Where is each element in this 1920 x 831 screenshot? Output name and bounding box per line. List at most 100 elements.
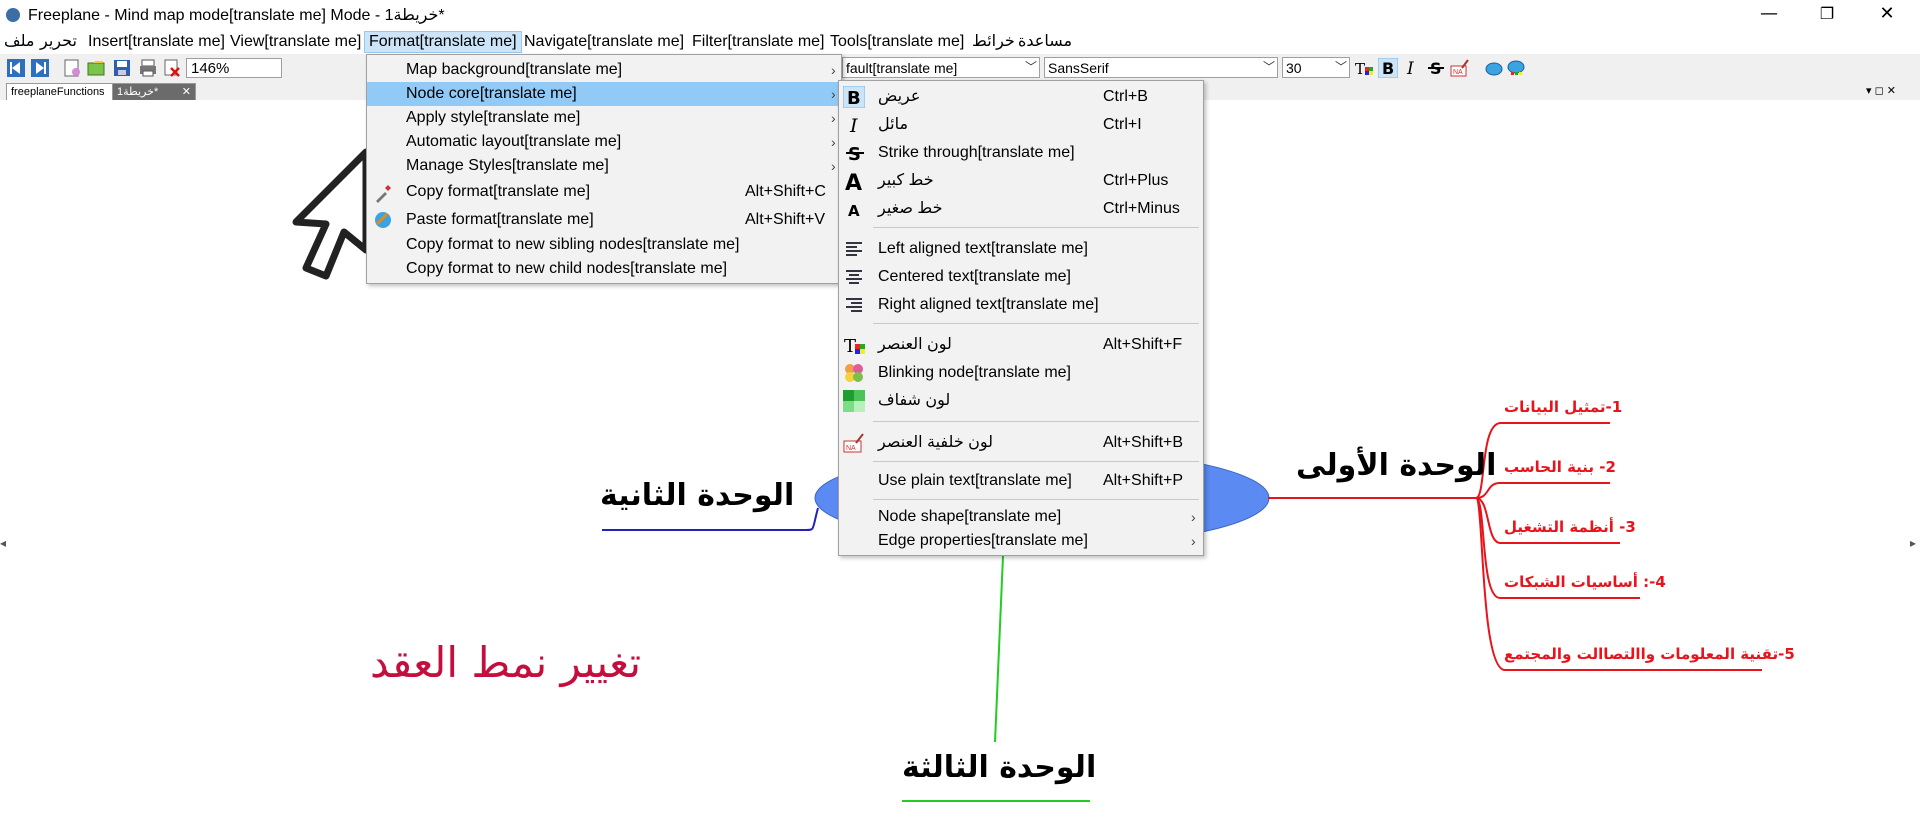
format-menu-automatic-layout[interactable]: Automatic layout[translate me] › — [367, 130, 841, 154]
menu-item-label: Use plain text[translate me] — [878, 472, 1072, 489]
tab-window-controls[interactable]: ▾ ◻ ✕ — [1866, 83, 1916, 99]
menu-item-label: Right aligned text[translate me] — [878, 296, 1099, 313]
menu-item-shortcut: Alt+Shift+C — [745, 183, 826, 200]
format-menu-copy-format[interactable]: Copy format[translate me] Alt+Shift+C — [367, 180, 841, 204]
close-map-icon[interactable] — [162, 58, 182, 78]
node-color-icon[interactable]: T — [1354, 58, 1374, 78]
submenu-arrow-icon: › — [1191, 533, 1196, 549]
zoom-field[interactable]: 146% — [186, 58, 282, 78]
font-combobox[interactable]: SansSerif ﹀ — [1044, 57, 1278, 78]
style-combobox[interactable]: fault[translate me] ﹀ — [842, 57, 1040, 78]
format-menu-node-core[interactable]: Node core[translate me] › — [367, 82, 841, 106]
next-map-icon[interactable] — [30, 58, 50, 78]
format-menu-paste-format[interactable]: Paste format[translate me] Alt+Shift+V — [367, 208, 841, 232]
node-background-color-icon: NA — [843, 433, 864, 453]
svg-text:I: I — [849, 115, 858, 135]
title-bar: Freeplane - Mind map mode[translate me] … — [0, 0, 1920, 30]
node-core-edge-properties[interactable]: Edge properties[translate me] › — [839, 529, 1203, 553]
format-menu-manage-styles[interactable]: Manage Styles[translate me] › — [367, 154, 841, 178]
collapse-left-handle[interactable]: ◂ — [0, 536, 6, 550]
menu-edit[interactable]: تحرير — [36, 32, 81, 52]
tab-label: freeplaneFunctions — [11, 86, 105, 98]
cloud-icon[interactable] — [1484, 58, 1504, 78]
menu-item-label: لون العنصر — [878, 336, 952, 353]
child-node-2[interactable]: 2- بنية الحاسب — [1504, 458, 1616, 476]
submenu-arrow-icon: › — [831, 86, 836, 102]
node-core-blinking-node[interactable]: Blinking node[translate me] — [839, 359, 1203, 387]
menu-item-label: Copy format[translate me] — [406, 183, 591, 200]
previous-map-icon[interactable] — [6, 58, 26, 78]
close-tab-icon[interactable]: ✕ — [182, 84, 191, 100]
menu-tools[interactable]: Tools[translate me] — [826, 32, 968, 52]
node-core-align-center[interactable]: Centered text[translate me] — [839, 263, 1203, 291]
window-title: Freeplane - Mind map mode[translate me] … — [28, 7, 445, 24]
node-core-italic[interactable]: I مائل Ctrl+I — [839, 111, 1203, 139]
svg-text:B: B — [1382, 59, 1394, 78]
svg-text:NA: NA — [1453, 69, 1463, 76]
save-icon[interactable] — [112, 58, 132, 78]
node-core-transparent-color[interactable]: لون شفاف — [839, 387, 1203, 415]
menu-insert[interactable]: Insert[translate me] — [84, 32, 229, 52]
node-core-plain-text[interactable]: Use plain text[translate me] Alt+Shift+P — [839, 467, 1203, 495]
menu-item-label: Blinking node[translate me] — [878, 364, 1071, 381]
caption-text: تغيير نمط العقد — [370, 638, 642, 687]
menu-help[interactable]: مساعدة — [1014, 32, 1076, 52]
node-background-color-icon[interactable]: NA — [1450, 58, 1470, 78]
menu-maps[interactable]: خرائط — [968, 32, 1019, 52]
node-core-bold[interactable]: B عريض Ctrl+B — [839, 83, 1203, 111]
node-unit3[interactable]: الوحدة الثالثة — [902, 750, 1096, 785]
menu-item-label: Node core[translate me] — [406, 85, 577, 102]
submenu-arrow-icon: › — [831, 62, 836, 78]
blinking-node-icon — [845, 364, 863, 382]
tab-map1[interactable]: خريطة1* ✕ — [112, 83, 196, 101]
font-size-combobox[interactable]: 30 ﹀ — [1282, 57, 1350, 78]
menu-file[interactable]: ملف — [0, 32, 38, 52]
menu-format[interactable]: Format[translate me] — [364, 31, 522, 53]
strikethrough-icon[interactable]: S — [1426, 58, 1446, 78]
menu-separator — [873, 499, 1199, 500]
node-core-larger-font[interactable]: A خط كبير Ctrl+Plus — [839, 167, 1203, 195]
node-core-background-color[interactable]: NA لون خلفية العنصر Alt+Shift+B — [839, 429, 1203, 457]
close-button[interactable]: ✕ — [1864, 0, 1910, 30]
node-unit2[interactable]: الوحدة الثانية — [600, 478, 794, 513]
italic-icon[interactable]: I — [1402, 58, 1422, 78]
maximize-button[interactable]: ❐ — [1804, 0, 1850, 30]
cloud-color-icon[interactable] — [1506, 58, 1526, 78]
menu-view[interactable]: View[translate me] — [226, 32, 365, 52]
font-size-combobox-value: 30 — [1286, 60, 1302, 76]
svg-text:A: A — [848, 202, 860, 219]
child-node-3[interactable]: 3- أنظمة التشغيل — [1504, 518, 1636, 536]
node-unit1[interactable]: الوحدة الأولى — [1296, 448, 1496, 483]
new-map-icon[interactable] — [62, 58, 82, 78]
menu-item-label: Copy format to new sibling nodes[transla… — [406, 236, 740, 253]
menu-filter[interactable]: Filter[translate me] — [688, 32, 828, 52]
minimize-button[interactable]: — — [1746, 0, 1792, 30]
node-core-align-left[interactable]: Left aligned text[translate me] — [839, 235, 1203, 263]
format-menu-map-background[interactable]: Map background[translate me] › — [367, 58, 841, 82]
edge-unit2 — [805, 507, 819, 531]
open-map-icon[interactable] — [86, 58, 106, 78]
collapse-right-handle[interactable]: ▸ — [1910, 536, 1916, 550]
node-core-node-color[interactable]: T لون العنصر Alt+Shift+F — [839, 331, 1203, 359]
format-menu-copy-format-siblings[interactable]: Copy format to new sibling nodes[transla… — [367, 233, 841, 257]
bold-icon[interactable]: B — [1378, 58, 1398, 78]
chevron-down-icon: ﹀ — [1333, 58, 1349, 77]
format-menu-apply-style[interactable]: Apply style[translate me] › — [367, 106, 841, 130]
node-core-node-shape[interactable]: Node shape[translate me] › — [839, 505, 1203, 529]
tab-freeplane-functions[interactable]: freeplaneFunctions — [6, 83, 120, 101]
node-core-align-right[interactable]: Right aligned text[translate me] — [839, 291, 1203, 319]
child-node-1[interactable]: 1-تمثيل البيانات — [1504, 398, 1622, 416]
svg-text:I: I — [1406, 59, 1414, 78]
strikethrough-icon: S — [846, 144, 864, 163]
child-node-5[interactable]: 5-تقنية المعلومات واالتصاالت والمجتمع — [1504, 645, 1795, 663]
menu-item-label: Apply style[translate me] — [406, 109, 581, 126]
child-node-4[interactable]: 4-: أساسيات الشبكات — [1504, 573, 1666, 591]
node-color-icon: T — [844, 336, 865, 356]
node-core-strikethrough[interactable]: S Strike through[translate me] — [839, 139, 1203, 167]
node-core-smaller-font[interactable]: A خط صغير Ctrl+Minus — [839, 195, 1203, 223]
freeplane-app-icon — [6, 8, 20, 22]
format-menu-copy-format-children[interactable]: Copy format to new child nodes[translate… — [367, 257, 841, 281]
menu-bar: ملف تحرير Insert[translate me] View[tran… — [0, 30, 1920, 54]
menu-navigate[interactable]: Navigate[translate me] — [520, 32, 688, 52]
print-icon[interactable] — [138, 58, 158, 78]
